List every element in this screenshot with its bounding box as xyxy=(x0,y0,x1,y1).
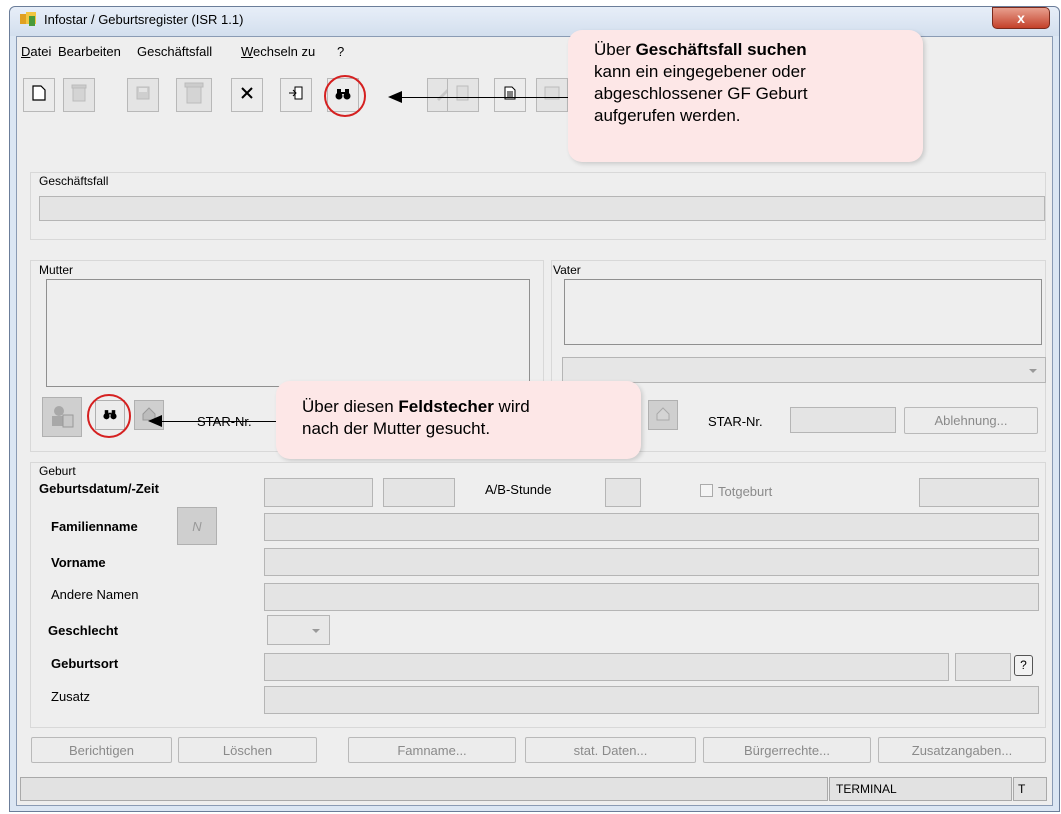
app-logo-icon xyxy=(20,12,38,28)
highlight-circle-toolbar xyxy=(324,75,366,117)
famname-button[interactable]: Famname... xyxy=(348,737,516,763)
close-window-button[interactable]: x xyxy=(992,7,1050,29)
geburtsdatum-label: Geburtsdatum/-Zeit xyxy=(39,481,159,496)
status-terminal: TERMINAL xyxy=(829,777,1012,801)
vater-home-button[interactable] xyxy=(648,400,678,430)
geburtsdatum-field[interactable] xyxy=(264,478,373,507)
callout-feldstecher: Über diesen Feldstecher wird nach der Mu… xyxy=(276,381,641,459)
form-icon xyxy=(544,86,560,104)
house-icon xyxy=(656,406,670,424)
vater-textarea[interactable] xyxy=(564,279,1042,345)
namens-button[interactable]: N xyxy=(177,507,217,545)
status-t: T xyxy=(1013,777,1047,801)
menu-bearbeiten[interactable]: Bearbeiten xyxy=(58,44,121,59)
andere-namen-label: Andere Namen xyxy=(51,587,139,602)
stat-daten-button[interactable]: stat. Daten... xyxy=(525,737,696,763)
vater-star-label: STAR-Nr. xyxy=(708,414,763,429)
document-icon xyxy=(504,86,516,104)
delete-x-icon xyxy=(240,86,254,104)
geschaeftsfall-label: Geschäftsfall xyxy=(39,174,109,188)
callout-arrowhead-bottom xyxy=(148,415,162,427)
totgeburt-checkbox[interactable] xyxy=(700,484,713,497)
callout-geschaeftsfall-suchen: Über Geschäftsfall suchen kann ein einge… xyxy=(568,30,923,162)
geburtszeit-field[interactable] xyxy=(383,478,455,507)
callout-arrow-top xyxy=(400,97,576,98)
geburtsort-help-button[interactable]: ? xyxy=(1014,655,1033,676)
ab-stunde-field[interactable] xyxy=(605,478,641,507)
buergerrechte-button[interactable]: Bürgerrechte... xyxy=(703,737,871,763)
vater-dropdown[interactable] xyxy=(562,357,1046,383)
andere-namen-field[interactable] xyxy=(264,583,1039,611)
document-button[interactable] xyxy=(494,78,526,112)
callout-top-prefix: Über xyxy=(594,40,636,59)
callout-arrowhead-top xyxy=(388,91,402,103)
zusatz-label: Zusatz xyxy=(51,689,91,704)
trash-button[interactable] xyxy=(63,78,95,112)
save-button[interactable] xyxy=(127,78,159,112)
ab-stunde-label: A/B-Stunde xyxy=(485,482,552,497)
vorname-label: Vorname xyxy=(51,555,106,570)
person-card-icon xyxy=(49,403,75,432)
callout-top-line4: aufgerufen werden. xyxy=(594,106,741,125)
geburt-section-label: Geburt xyxy=(39,464,76,478)
callout-top-line2: kann ein eingegebener oder xyxy=(594,62,806,81)
callout-bottom-bold: Feldstecher xyxy=(398,397,494,416)
geschlecht-dropdown[interactable] xyxy=(267,615,330,645)
callout-bottom-line2: nach der Mutter gesucht. xyxy=(302,419,491,438)
recycle-button[interactable] xyxy=(176,78,212,112)
chevron-down-icon xyxy=(1029,369,1037,373)
vater-star-field[interactable] xyxy=(790,407,896,433)
callout-arrow-bottom xyxy=(160,421,278,422)
ablehnung-button[interactable]: Ablehnung... xyxy=(904,407,1038,434)
mutter-label: Mutter xyxy=(39,263,74,277)
menu-wechseln-zu[interactable]: Wechseln zu xyxy=(241,44,315,59)
familienname-label: Familienname xyxy=(51,519,138,534)
geburtsort-code-field[interactable] xyxy=(955,653,1011,681)
new-document-icon xyxy=(32,85,46,105)
trash-can-icon xyxy=(183,81,205,109)
totgeburt-label: Totgeburt xyxy=(718,484,773,499)
geburtsort-field[interactable] xyxy=(264,653,949,681)
status-bar-main xyxy=(20,777,828,801)
trash-icon xyxy=(70,83,88,107)
vater-label: Vater xyxy=(553,263,581,277)
callout-top-line3: abgeschlossener GF Geburt xyxy=(594,84,808,103)
window-title: Infostar / Geburtsregister (ISR 1.1) xyxy=(44,12,244,27)
chevron-down-icon xyxy=(312,629,320,633)
callout-bottom-prefix: Über diesen xyxy=(302,397,399,416)
menu-help[interactable]: ? xyxy=(337,44,344,59)
new-button[interactable] xyxy=(23,78,55,112)
zusatz-field[interactable] xyxy=(264,686,1039,714)
loeschen-button[interactable]: Löschen xyxy=(178,737,317,763)
copy-document-icon xyxy=(455,84,471,106)
form-button[interactable] xyxy=(536,78,568,112)
callout-bottom-suffix: wird xyxy=(493,397,530,416)
vorname-field[interactable] xyxy=(264,548,1039,576)
geschaeftsfall-field[interactable] xyxy=(39,196,1045,221)
save-icon xyxy=(136,86,150,104)
mutter-textarea[interactable] xyxy=(46,279,530,387)
highlight-circle-mutter xyxy=(87,394,131,438)
callout-top-bold: Geschäftsfall suchen xyxy=(635,40,807,59)
geburtsort-label: Geburtsort xyxy=(51,656,119,671)
exit-button[interactable] xyxy=(280,78,312,112)
copy-button[interactable] xyxy=(447,78,479,112)
menu-geschaeftsfall[interactable]: Geschäftsfall xyxy=(137,44,212,59)
geburt-extra-field[interactable] xyxy=(919,478,1039,507)
zusatzangaben-button[interactable]: Zusatzangaben... xyxy=(878,737,1046,763)
menu-datei[interactable]: Datei xyxy=(21,44,51,59)
geschlecht-label: Geschlecht xyxy=(48,623,119,638)
familienname-field[interactable] xyxy=(264,513,1039,541)
mutter-person-button[interactable] xyxy=(42,397,82,437)
berichtigen-button[interactable]: Berichtigen xyxy=(31,737,172,763)
delete-button[interactable] xyxy=(231,78,263,112)
exit-icon xyxy=(288,85,304,105)
